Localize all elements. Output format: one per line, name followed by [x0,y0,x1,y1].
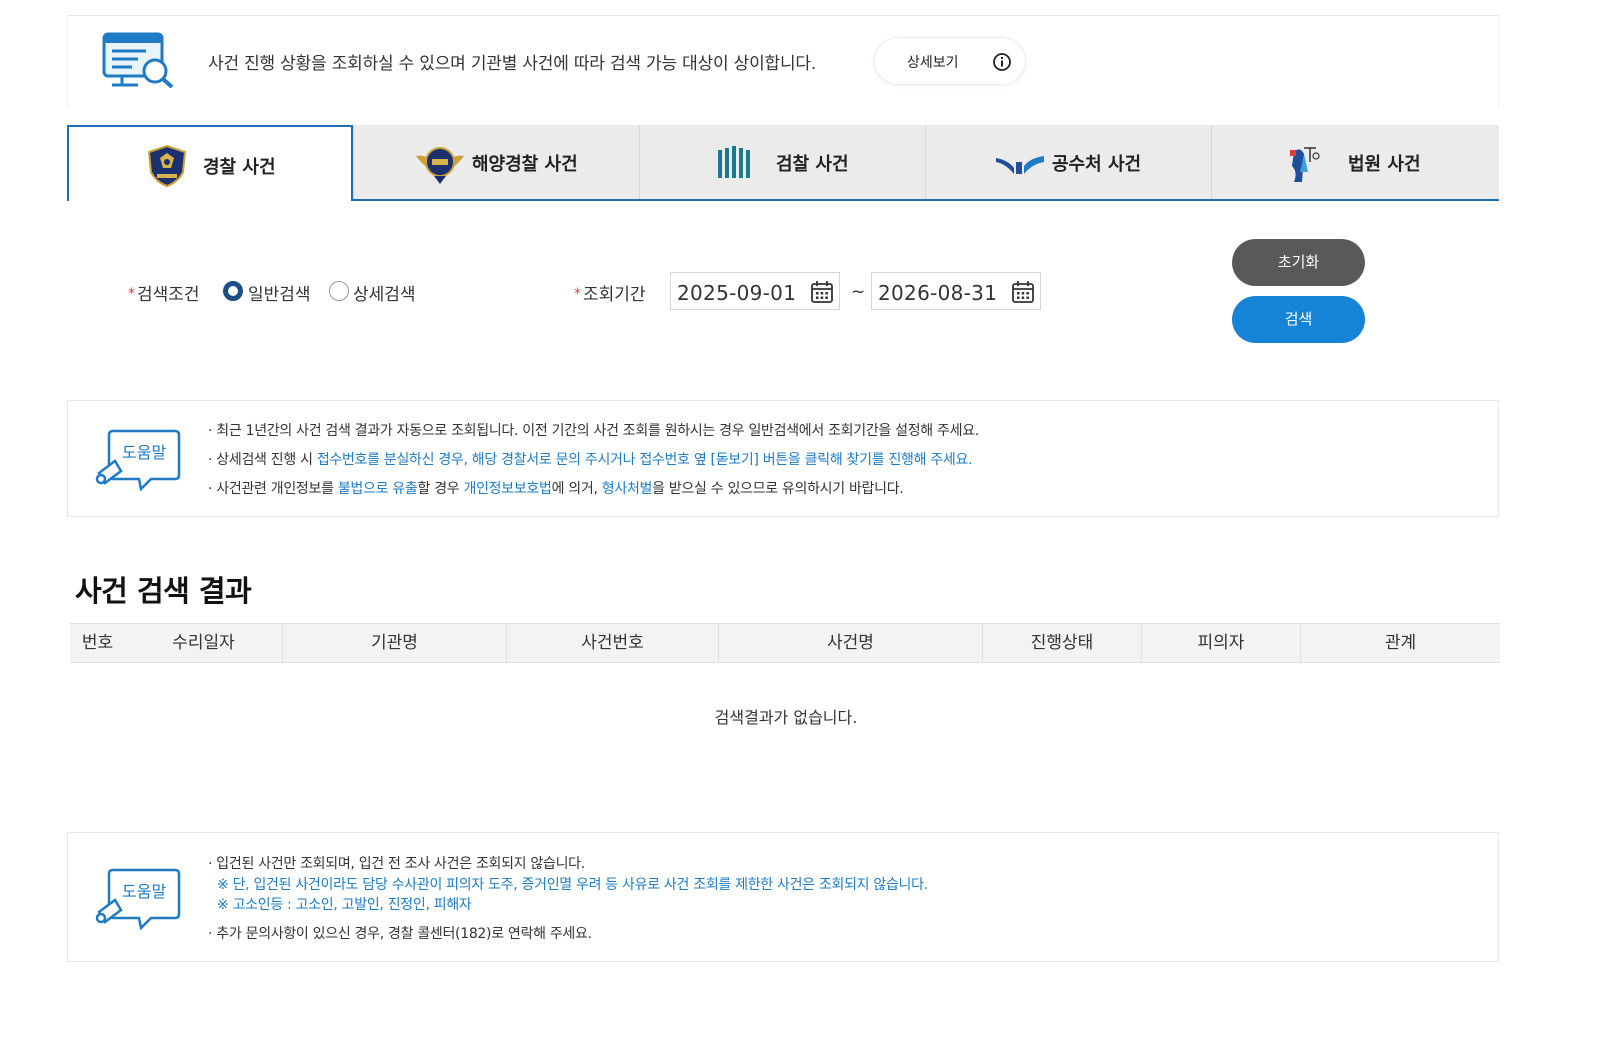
tab-court[interactable]: 법원 사건 [1211,125,1499,199]
column-header: 피의자 [1141,624,1300,662]
court-justice-icon [1290,147,1320,182]
tab-label: 공수처 사건 [1052,154,1142,175]
help2-line-4: · 추가 문의사항이 있으신 경우, 경찰 콜센터(182)로 연락해 주세요. [208,926,592,942]
document-search-icon [102,32,174,88]
info-circle-icon [993,53,1011,71]
cio-logo-icon [996,156,1044,174]
column-header: 진행상태 [982,624,1141,662]
tab-cio[interactable]: 공수처 사건 [925,125,1211,199]
tab-police[interactable]: 경찰 사건 [67,125,353,201]
tab-label: 경찰 사건 [203,157,276,178]
column-header: 사건번호 [506,624,718,662]
required-mark: * [128,286,135,302]
calendar-icon[interactable] [809,279,835,305]
column-header: 관계 [1300,624,1500,662]
detail-search-label[interactable]: 상세검색 [353,280,416,305]
calendar-icon[interactable] [1010,279,1036,305]
help-line-1: · 최근 1년간의 사건 검색 결과가 자동으로 조회됩니다. 이전 기간의 사… [208,423,979,439]
search-button[interactable]: 검색 [1232,296,1365,343]
prosecution-bars-icon [718,146,750,178]
tab-prosecution[interactable]: 검찰 사건 [639,125,925,199]
agency-tabs: 경찰 사건 해양경찰 사건 검찰 사건 공수처 사건 법원 사건 [67,125,1499,201]
empty-results-message: 검색결과가 없습니다. [714,708,858,727]
results-table-header: 번호 수리일자 기관명 사건번호 사건명 진행상태 피의자 관계 [70,623,1500,663]
help2-line-1: · 입건된 사건만 조회되며, 입건 전 조사 사건은 조회되지 않습니다. [208,856,585,872]
date-from-field[interactable]: 2025-09-01 [670,272,840,310]
column-header: 번호 [81,633,114,653]
help-box-search: 도움말 · 최근 1년간의 사건 검색 결과가 자동으로 조회됩니다. 이전 기… [67,400,1499,517]
search-condition-label: * 검색조건 [128,285,200,305]
radio-detail-search[interactable] [329,281,349,301]
tab-coast-guard[interactable]: 해양경찰 사건 [353,125,639,199]
tab-label: 검찰 사건 [776,154,849,175]
notice-box: 사건 진행 상황을 조회하실 수 있으며 기관별 사건에 따라 검색 가능 대상… [67,15,1499,107]
date-to-value: 2026-08-31 [878,281,998,305]
help-line-3: · 사건관련 개인정보를 불법으로 유출할 경우 개인정보보호법에 의거, 형사… [208,481,904,497]
megaphone-help-icon: 도움말 [95,868,181,930]
svg-text:도움말: 도움말 [122,443,166,462]
police-badge-icon [147,144,187,188]
help-box-info: 도움말 · 입건된 사건만 조회되며, 입건 전 조사 사건은 조회되지 않습니… [67,832,1499,962]
date-from-value: 2025-09-01 [677,281,797,305]
column-header: 사건명 [718,624,982,662]
date-to-field[interactable]: 2026-08-31 [871,272,1041,310]
column-header: 기관명 [282,624,506,662]
period-label: * 조회기간 [574,285,646,305]
detail-view-label: 상세보기 [907,55,959,71]
tab-label: 해양경찰 사건 [472,154,578,175]
help-line-2: · 상세검색 진행 시 접수번호를 분실하신 경우, 해당 경찰서로 문의 주시… [208,452,973,468]
megaphone-help-icon: 도움말 [95,429,181,491]
tab-label: 법원 사건 [1348,154,1421,175]
date-range-tilde: ~ [851,282,866,302]
help2-line-3: ※ 고소인등 : 고소인, 고발인, 진정인, 피해자 [217,897,472,913]
results-title: 사건 검색 결과 [75,574,252,608]
column-header: 수리일자 [172,633,235,653]
reset-button[interactable]: 초기화 [1232,239,1365,286]
svg-text:도움말: 도움말 [122,882,166,901]
help2-line-2: ※ 단, 입건된 사건이라도 담당 수사관이 피의자 도주, 증거인멸 우려 등… [217,877,928,893]
general-search-label[interactable]: 일반검색 [248,280,311,305]
required-mark: * [574,286,581,302]
radio-general-search[interactable] [223,281,243,301]
detail-view-button[interactable]: 상세보기 [874,37,1026,85]
coast-guard-emblem-icon [416,147,464,184]
notice-text: 사건 진행 상황을 조회하실 수 있으며 기관별 사건에 따라 검색 가능 대상… [208,54,817,74]
